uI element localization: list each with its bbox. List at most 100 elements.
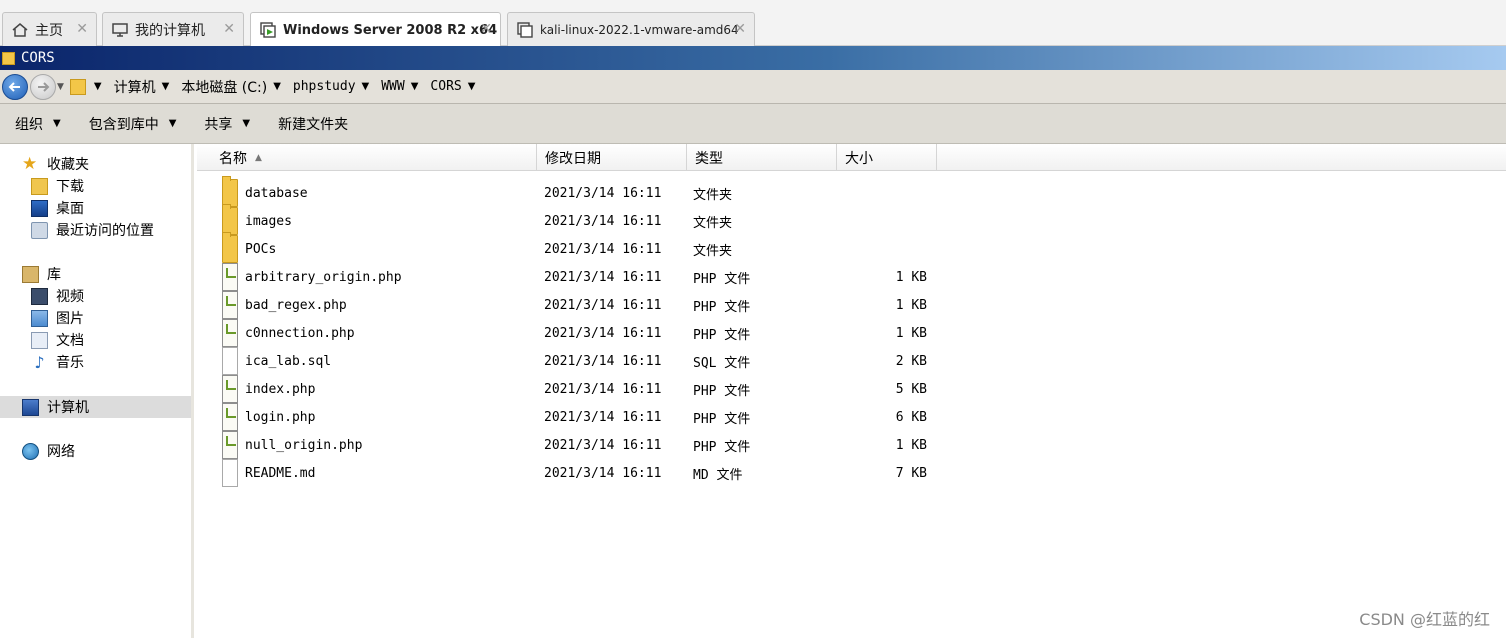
column-label: 名称	[219, 150, 247, 167]
nav-label: 视频	[56, 289, 84, 305]
nav-item-videos[interactable]: 视频	[31, 285, 84, 307]
breadcrumb-separator[interactable]: ▼	[362, 81, 376, 92]
file-type: PHP 文件	[693, 327, 751, 343]
breadcrumb-separator[interactable]: ▼	[411, 81, 425, 92]
nav-libraries[interactable]: 库	[22, 263, 61, 285]
folder-icon	[2, 51, 15, 65]
file-size: 1 KB	[895, 325, 927, 341]
tab-my-computer[interactable]: 我的计算机 ✕	[102, 12, 244, 46]
breadcrumb-cors[interactable]: CORS	[430, 79, 461, 94]
organize-button[interactable]: 组织 ▼	[15, 114, 61, 134]
file-row[interactable]: index.php 2021/3/14 16:11 PHP 文件 5 KB	[197, 375, 1506, 403]
breadcrumb-separator[interactable]: ▼	[468, 81, 482, 92]
file-name: login.php	[245, 409, 316, 425]
nav-favorites[interactable]: ★ 收藏夹	[22, 153, 89, 175]
file-type: PHP 文件	[693, 411, 751, 427]
file-modified: 2021/3/14 16:11	[544, 269, 662, 285]
tab-home[interactable]: 主页 ✕	[2, 12, 97, 46]
downloads-folder-icon	[31, 177, 48, 195]
command-label: 新建文件夹	[278, 116, 349, 133]
nav-item-documents[interactable]: 文档	[31, 329, 84, 351]
close-icon[interactable]: ✕	[76, 21, 88, 37]
file-row[interactable]: c0nnection.php 2021/3/14 16:11 PHP 文件 1 KB	[197, 319, 1506, 347]
tab-label: Windows Server 2008 R2 x64	[283, 22, 498, 38]
nav-label: 文档	[56, 333, 84, 349]
file-size: 7 KB	[895, 465, 927, 481]
tab-label: kali-linux-2022.1-vmware-amd64	[540, 22, 739, 37]
file-row[interactable]: ica_lab.sql 2021/3/14 16:11 SQL 文件 2 KB	[197, 347, 1506, 375]
nav-item-pictures[interactable]: 图片	[31, 307, 84, 329]
file-size: 1 KB	[895, 437, 927, 453]
file-name: README.md	[245, 465, 316, 481]
forward-button[interactable]	[30, 73, 56, 100]
file-size: 5 KB	[895, 381, 927, 397]
videos-icon	[31, 287, 48, 305]
share-button[interactable]: 共享 ▼	[204, 114, 250, 134]
library-icon	[22, 265, 39, 283]
file-row[interactable]: null_origin.php 2021/3/14 16:11 PHP 文件 1 KB	[197, 431, 1506, 459]
breadcrumb-www[interactable]: WWW	[381, 79, 404, 94]
nav-item-music[interactable]: ♪ 音乐	[31, 351, 84, 373]
sort-ascending-icon: ▲	[255, 152, 262, 163]
file-row[interactable]: login.php 2021/3/14 16:11 PHP 文件 6 KB	[197, 403, 1506, 431]
command-label: 包含到库中	[88, 116, 159, 133]
window-title-bar: CORS	[0, 46, 1506, 70]
close-icon[interactable]: ✕	[480, 21, 492, 37]
file-modified: 2021/3/14 16:11	[544, 465, 662, 481]
file-size: 1 KB	[895, 269, 927, 285]
vm-tab-strip: 主页 ✕ 我的计算机 ✕ Windows Server 2008 R2 x64 …	[0, 0, 1506, 47]
file-row[interactable]: arbitrary_origin.php 2021/3/14 16:11 PHP 文…	[197, 263, 1506, 291]
file-row[interactable]: README.md 2021/3/14 16:11 MD 文件 7 KB	[197, 459, 1506, 487]
vm-running-icon	[259, 21, 277, 39]
recent-pages-dropdown[interactable]: ▼	[57, 82, 64, 92]
breadcrumb-root-dropdown[interactable]: ▼	[94, 81, 108, 92]
file-row[interactable]: POCs 2021/3/14 16:11 文件夹	[197, 232, 1506, 263]
column-modified[interactable]: 修改日期	[537, 144, 687, 171]
chevron-down-icon: ▼	[242, 118, 251, 129]
nav-label: 下载	[56, 179, 84, 195]
file-size	[837, 179, 927, 207]
breadcrumb-label: 计算机	[113, 79, 156, 96]
breadcrumb-label: WWW	[381, 79, 405, 94]
file-modified: 2021/3/14 16:11	[544, 409, 662, 425]
close-icon[interactable]: ✕	[223, 21, 235, 37]
new-folder-button[interactable]: 新建文件夹	[278, 114, 348, 134]
column-name[interactable]: 名称 ▲	[197, 144, 537, 171]
breadcrumb-local-disk[interactable]: 本地磁盘 (C:)	[181, 77, 267, 97]
back-button[interactable]	[2, 73, 28, 100]
pictures-icon	[31, 309, 48, 327]
music-icon: ♪	[34, 352, 45, 372]
file-type: 文件夹	[693, 187, 733, 203]
nav-label: 图片	[56, 311, 84, 327]
nav-item-desktop[interactable]: 桌面	[31, 197, 84, 219]
nav-item-downloads[interactable]: 下载	[31, 175, 84, 197]
file-size: 1 KB	[895, 297, 927, 313]
file-modified: 2021/3/14 16:11	[544, 213, 662, 229]
close-icon[interactable]: ✕	[734, 21, 746, 37]
arrow-right-icon	[38, 81, 50, 92]
breadcrumb-phpstudy[interactable]: phpstudy	[293, 79, 356, 94]
folder-icon	[69, 78, 86, 95]
file-type: PHP 文件	[693, 299, 751, 315]
file-name: index.php	[245, 381, 316, 397]
breadcrumb-separator[interactable]: ▼	[162, 81, 176, 92]
nav-item-recent-places[interactable]: 最近访问的位置	[31, 219, 154, 241]
navigation-pane: ★ 收藏夹 下载 桌面 最近访问的位置 库 视频 图片 文档 ♪ 音乐 计算机 …	[0, 144, 194, 638]
file-size	[837, 235, 927, 263]
file-size	[837, 207, 927, 235]
tab-kali-linux[interactable]: kali-linux-2022.1-vmware-amd64 ✕	[507, 12, 755, 46]
include-in-library-button[interactable]: 包含到库中 ▼	[89, 114, 177, 134]
breadcrumb-computer[interactable]: 计算机	[114, 77, 156, 97]
file-name: c0nnection.php	[245, 325, 355, 341]
arrow-left-icon	[8, 81, 20, 92]
nav-network[interactable]: 网络	[22, 440, 75, 462]
nav-computer[interactable]: 计算机	[22, 396, 89, 418]
file-row[interactable]: bad_regex.php 2021/3/14 16:11 PHP 文件 1 KB	[197, 291, 1506, 319]
tab-windows-server[interactable]: Windows Server 2008 R2 x64 ✕	[250, 12, 501, 47]
breadcrumb-separator[interactable]: ▼	[273, 81, 287, 92]
column-size[interactable]: 大小	[837, 144, 937, 171]
file-row[interactable]: images 2021/3/14 16:11 文件夹	[197, 204, 1506, 235]
file-row[interactable]: database 2021/3/14 16:11 文件夹	[197, 176, 1506, 207]
file-name: database	[245, 185, 308, 201]
column-type[interactable]: 类型	[687, 144, 837, 171]
